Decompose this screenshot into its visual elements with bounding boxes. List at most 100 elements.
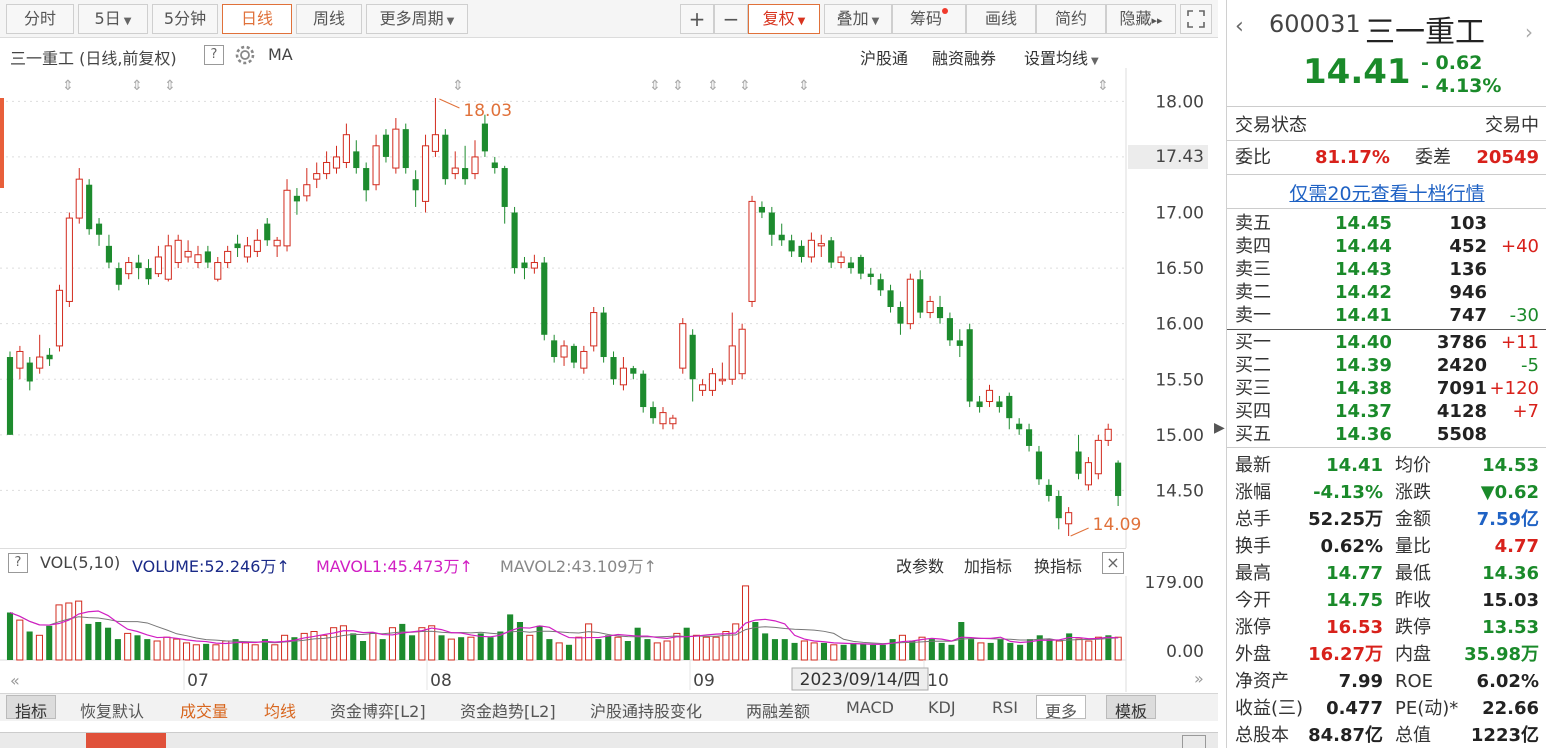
link-margin[interactable]: 融资融券 <box>932 45 996 69</box>
event-marker-icon: ⇕ <box>707 78 719 94</box>
tab-more-periods[interactable]: 更多周期 ▼ <box>366 4 468 34</box>
candle-body <box>936 307 944 319</box>
candle-body <box>1016 423 1023 430</box>
high-annotation: 18.03 <box>463 101 512 121</box>
candle-body <box>36 356 44 369</box>
bid-level-5[interactable]: 买五 14.36 5508 <box>1235 423 1543 446</box>
link-hk-connect[interactable]: 沪股通 <box>860 45 908 69</box>
candle-body <box>570 345 578 363</box>
candle-body <box>1035 451 1043 480</box>
ind-fund-trend[interactable]: 资金趋势[L2] <box>460 698 556 722</box>
volume-bar <box>35 634 43 661</box>
candle-body <box>471 156 479 175</box>
event-marker-icon: ⇕ <box>452 78 464 94</box>
ind-ma[interactable]: 均线 <box>264 698 296 722</box>
level-price: 14.40 <box>1335 332 1392 353</box>
template-button[interactable]: 模板 <box>1106 695 1157 721</box>
tab-weekly[interactable]: 周线 <box>296 4 362 34</box>
switch-indicator-link[interactable]: 换指标 <box>1034 553 1082 577</box>
ind-rsi[interactable]: RSI <box>992 698 1018 717</box>
ask-level-2[interactable]: 卖四 14.44 452 +40 <box>1235 235 1543 258</box>
level-price: 14.44 <box>1335 236 1392 257</box>
stat-label: 换手 <box>1235 536 1271 557</box>
stat-row: 最新 14.41 均价 14.53 <box>1235 454 1543 477</box>
bid-level-3[interactable]: 买三 14.38 7091 +120 <box>1235 377 1543 400</box>
candle-body <box>253 239 261 252</box>
stat-value: 16.53 <box>1326 617 1383 638</box>
overlay-button[interactable]: 叠加 ▼ <box>824 4 892 34</box>
ind-macd[interactable]: MACD <box>846 698 894 717</box>
level-change: -30 <box>1509 305 1539 326</box>
help-icon[interactable]: ? <box>204 45 224 65</box>
candle-body <box>669 417 677 425</box>
active-marker <box>0 98 4 188</box>
collapse-panel-icon[interactable]: ▶ <box>1214 420 1225 444</box>
link-set-ma[interactable]: 设置均线 ▼ <box>1024 45 1099 69</box>
volume-bar <box>683 627 690 660</box>
tab-daily[interactable]: 日线 <box>222 4 292 34</box>
volume-bar <box>565 644 573 660</box>
hide-button[interactable]: 隐藏▸▸ <box>1106 4 1176 34</box>
volume-bar <box>320 634 328 661</box>
add-indicator-link[interactable]: 加指标 <box>964 553 1012 577</box>
stat-label: 金额 <box>1395 509 1431 530</box>
expand-icon[interactable] <box>1180 4 1212 34</box>
next-chevron-icon[interactable]: › <box>1525 20 1533 44</box>
bid-level-1[interactable]: 买一 14.40 3786 +11 <box>1235 331 1543 354</box>
candle-body <box>1055 495 1062 519</box>
zoom-out-button[interactable]: − <box>714 4 748 34</box>
chips-button[interactable]: 筹码 <box>892 4 966 34</box>
ind-kdj[interactable]: KDJ <box>928 698 956 717</box>
tab-label: 周线 <box>312 9 345 28</box>
bid-level-4[interactable]: 买四 14.37 4128 +7 <box>1235 400 1543 423</box>
draw-button[interactable]: 画线 <box>966 4 1036 34</box>
ask-level-1[interactable]: 卖五 14.45 103 <box>1235 212 1543 235</box>
stat-label: 收益(三) <box>1235 698 1304 719</box>
zoom-in-button[interactable]: + <box>680 4 714 34</box>
weibi-value: 81.17% <box>1315 147 1390 168</box>
ind-volume[interactable]: 成交量 <box>180 698 228 722</box>
ind-fund-game[interactable]: 资金博弈[L2] <box>330 698 426 722</box>
ind-margin-diff[interactable]: 两融差额 <box>746 698 810 722</box>
candle-body <box>917 279 924 313</box>
ten-levels-link[interactable]: 仅需20元查看十档行情 <box>1227 179 1546 206</box>
ind-hk-hold[interactable]: 沪股通持股变化 <box>590 698 702 722</box>
restore-default[interactable]: 恢复默认 <box>80 698 144 722</box>
stat-label: 内盘 <box>1395 644 1431 665</box>
mavol2-text: MAVOL2:43.109万 <box>500 557 644 576</box>
stock-name: 三一重工 <box>1365 15 1485 50</box>
candlestick-chart[interactable]: 18.0017.5017.0016.5016.0015.5015.0014.50… <box>0 68 1218 548</box>
volume-bar <box>644 639 651 660</box>
stat-value: 13.53 <box>1482 617 1539 638</box>
panel-toggle-icon[interactable] <box>1182 735 1206 748</box>
volume-bar <box>271 644 279 661</box>
volume-bar <box>163 636 171 661</box>
gear-icon[interactable] <box>234 44 256 70</box>
ask-level-3[interactable]: 卖三 14.43 136 <box>1235 258 1543 281</box>
divider <box>1227 208 1546 209</box>
close-icon[interactable]: × <box>1102 552 1124 574</box>
volume-chart[interactable]: 179.00 0.00 07 08 09 10 2023/09/14/四 « » <box>0 576 1218 692</box>
simple-button[interactable]: 简约 <box>1036 4 1106 34</box>
help-icon[interactable]: ? <box>8 553 28 573</box>
tab-minute[interactable]: 分时 <box>6 4 74 34</box>
adjust-button[interactable]: 复权 ▼ <box>748 4 820 34</box>
bid-level-2[interactable]: 买二 14.39 2420 -5 <box>1235 354 1543 377</box>
x-tick-label: 07 <box>187 671 209 691</box>
stat-value: ▼0.62 <box>1480 482 1539 503</box>
ask-level-4[interactable]: 卖二 14.42 946 <box>1235 281 1543 304</box>
tab-5day[interactable]: 5日 ▼ <box>78 4 148 34</box>
divider <box>1227 174 1546 175</box>
change-params-link[interactable]: 改参数 <box>896 553 944 577</box>
caret-down-icon: ▼ <box>871 16 880 27</box>
tab-5min[interactable]: 5分钟 <box>152 4 218 34</box>
ma-label[interactable]: MA <box>268 45 293 64</box>
level-label: 买三 <box>1235 378 1271 399</box>
stat-value: 6.02% <box>1476 671 1539 692</box>
scroll-right-icon: » <box>1194 669 1204 688</box>
indicator-tab[interactable]: 指标 <box>6 695 57 721</box>
ask-level-5[interactable]: 卖一 14.41 747 -30 <box>1235 304 1543 327</box>
candle-body <box>521 262 528 269</box>
more-indicators[interactable]: 更多 <box>1036 695 1087 721</box>
back-chevron-icon[interactable]: ‹ <box>1235 14 1244 39</box>
